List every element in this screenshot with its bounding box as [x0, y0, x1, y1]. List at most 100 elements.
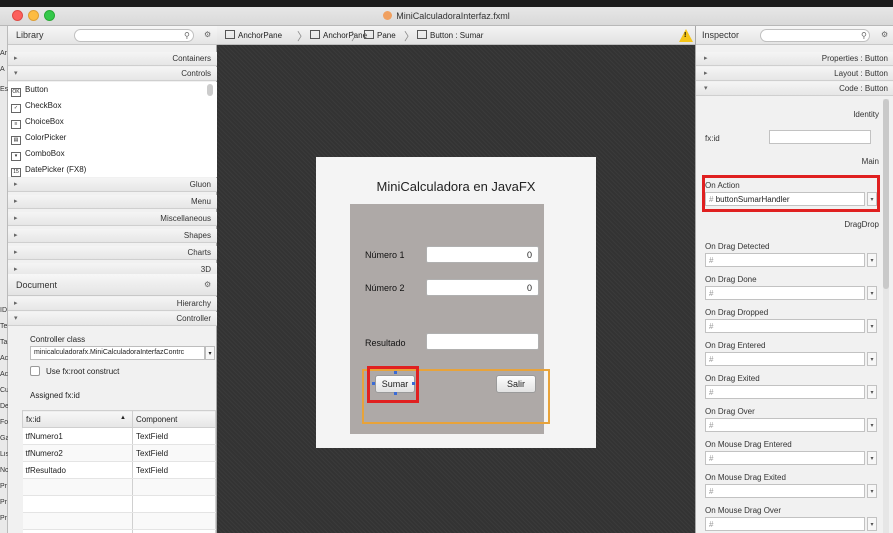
chevron-down-icon: ▾: [208, 351, 212, 357]
on-mouse-drag-exited-input[interactable]: #: [705, 484, 865, 498]
library-section-gluon[interactable]: ▸ Gluon: [8, 178, 217, 192]
library-section-menu[interactable]: ▸ Menu: [8, 195, 217, 209]
library-search-input[interactable]: [74, 29, 194, 42]
component-cell: [132, 512, 216, 530]
breadcrumb: AnchorPane 〉 AnchorPane 〉 Pane 〉 Button …: [217, 26, 695, 45]
inspector-section-code[interactable]: ▾ Code : Button: [696, 82, 893, 96]
library-item-colorpicker[interactable]: ▤ ColorPicker: [11, 133, 66, 146]
gear-menu-icon[interactable]: ⚙: [204, 30, 211, 39]
document-title: Document: [16, 280, 58, 290]
tfresultado-field[interactable]: [426, 333, 539, 350]
resize-handle-left[interactable]: [372, 382, 375, 385]
library-section-containers[interactable]: ▸ Containers: [8, 52, 217, 66]
anchorpane-icon: [225, 30, 235, 39]
assigned-fxid-label: Assigned fx:id: [30, 391, 80, 400]
chevron-right-icon: 〉: [351, 31, 362, 43]
controller-class-dropdown[interactable]: ▾: [205, 346, 215, 360]
section-label: Shapes: [183, 231, 211, 240]
chevron-right-icon: ▸: [704, 55, 708, 62]
library-section-shapes[interactable]: ▸ Shapes: [8, 229, 217, 243]
chevron-right-icon: ▸: [14, 181, 18, 188]
table-row[interactable]: tfResultado TextField: [22, 461, 216, 479]
inspector-panel: Inspector ⚲ ⚙ ▸ Properties : Button ▸ Layo…: [695, 26, 893, 533]
fxid-cell: tfNumero1: [22, 427, 133, 445]
controller-class-input[interactable]: minicalculadorafx.MiniCalculadoraInterfa…: [30, 346, 205, 360]
combobox-icon: ▾: [11, 152, 21, 161]
library-scroll-thumb[interactable]: [207, 84, 213, 96]
identity-section-label: Identity: [853, 110, 879, 119]
section-label: 3D: [200, 265, 211, 274]
left-panel: Library ⚲ ⚙ ▸ Containers ▾ Controls OK Butt…: [8, 26, 217, 533]
chevron-down-icon[interactable]: ▾: [867, 451, 877, 465]
salir-button[interactable]: Salir: [496, 375, 536, 393]
controls-list: OK Button ✓ CheckBox ≡ ChoiceBox ▤ ColorPick…: [8, 82, 217, 177]
chevron-right-icon: ▸: [704, 70, 708, 77]
table-header-row: fx:id ▲ Component: [22, 410, 216, 428]
calendar-icon: 15: [11, 168, 21, 177]
on-mouse-drag-over-input[interactable]: #: [705, 517, 865, 531]
component-column-header[interactable]: Component: [132, 410, 216, 428]
tfnumero1-field[interactable]: 0: [426, 246, 539, 263]
choicebox-icon: ≡: [11, 120, 21, 129]
chevron-down-icon: ▾: [14, 315, 18, 322]
section-label: Hierarchy: [176, 299, 211, 308]
table-row: [22, 512, 216, 530]
gear-menu-icon[interactable]: ⚙: [204, 280, 211, 289]
chevron-right-icon: ▸: [14, 215, 18, 222]
resize-handle-right[interactable]: [412, 382, 415, 385]
tfnumero2-field[interactable]: 0: [426, 279, 539, 296]
numero1-label[interactable]: Número 1: [365, 250, 405, 260]
library-item-button[interactable]: OK Button: [11, 85, 48, 98]
chevron-down-icon[interactable]: ▾: [867, 418, 877, 432]
fxid-cell: tfResultado: [22, 461, 133, 479]
library-section-miscellaneous[interactable]: ▸ Miscellaneous: [8, 212, 217, 226]
fxid-input[interactable]: [769, 130, 871, 144]
colorpicker-icon: ▤: [11, 136, 21, 145]
fxid-column-header[interactable]: fx:id ▲: [22, 410, 133, 428]
resize-handle-top[interactable]: [394, 371, 397, 374]
inspector-section-layout[interactable]: ▸ Layout : Button: [696, 67, 893, 81]
chevron-right-icon: 〉: [297, 31, 308, 43]
resize-handle-bottom[interactable]: [394, 392, 397, 395]
chevron-down-icon[interactable]: ▾: [867, 319, 877, 333]
library-item-checkbox[interactable]: ✓ CheckBox: [11, 101, 61, 114]
resultado-label[interactable]: Resultado: [365, 338, 406, 348]
scene-title-label[interactable]: MiniCalculadora en JavaFX: [316, 179, 596, 194]
document-section-controller[interactable]: ▾ Controller: [8, 312, 217, 326]
on-drag-dropped-input[interactable]: #: [705, 319, 865, 333]
breadcrumb-item-pane[interactable]: Pane: [364, 30, 396, 40]
section-label: Layout : Button: [834, 69, 888, 78]
on-drag-done-input[interactable]: #: [705, 286, 865, 300]
chevron-down-icon[interactable]: ▾: [867, 484, 877, 498]
gear-menu-icon[interactable]: ⚙: [881, 30, 888, 39]
inspector-search-input[interactable]: [760, 29, 870, 42]
on-drag-exited-input[interactable]: #: [705, 385, 865, 399]
library-item-datepicker[interactable]: 15 DatePicker (FX8): [11, 165, 86, 178]
inspector-scroll-thumb[interactable]: [883, 99, 889, 289]
chevron-down-icon[interactable]: ▾: [867, 253, 877, 267]
on-drag-detected-input[interactable]: #: [705, 253, 865, 267]
inspector-section-properties[interactable]: ▸ Properties : Button: [696, 52, 893, 66]
library-item-choicebox[interactable]: ≡ ChoiceBox: [11, 117, 64, 130]
inspector-title: Inspector: [702, 30, 740, 40]
table-row: [22, 478, 216, 496]
use-fxroot-label: Use fx:root construct: [46, 367, 120, 376]
chevron-down-icon[interactable]: ▾: [867, 517, 877, 531]
breadcrumb-item-anchorpane-root[interactable]: AnchorPane: [225, 30, 282, 40]
on-drag-over-input[interactable]: #: [705, 418, 865, 432]
breadcrumb-item-button[interactable]: Button : Sumar: [417, 30, 483, 40]
on-mouse-drag-entered-input[interactable]: #: [705, 451, 865, 465]
chevron-down-icon[interactable]: ▾: [867, 385, 877, 399]
table-row[interactable]: tfNumero1 TextField: [22, 427, 216, 445]
table-row[interactable]: tfNumero2 TextField: [22, 444, 216, 462]
library-item-combobox[interactable]: ▾ ComboBox: [11, 149, 65, 162]
document-section-hierarchy[interactable]: ▸ Hierarchy: [8, 297, 217, 311]
section-label: Containers: [172, 54, 211, 63]
use-fxroot-checkbox[interactable]: [30, 366, 40, 376]
on-drag-entered-input[interactable]: #: [705, 352, 865, 366]
library-section-controls[interactable]: ▾ Controls: [8, 67, 217, 81]
chevron-down-icon[interactable]: ▾: [867, 286, 877, 300]
chevron-down-icon[interactable]: ▾: [867, 352, 877, 366]
library-section-charts[interactable]: ▸ Charts: [8, 246, 217, 260]
numero2-label[interactable]: Número 2: [365, 283, 405, 293]
